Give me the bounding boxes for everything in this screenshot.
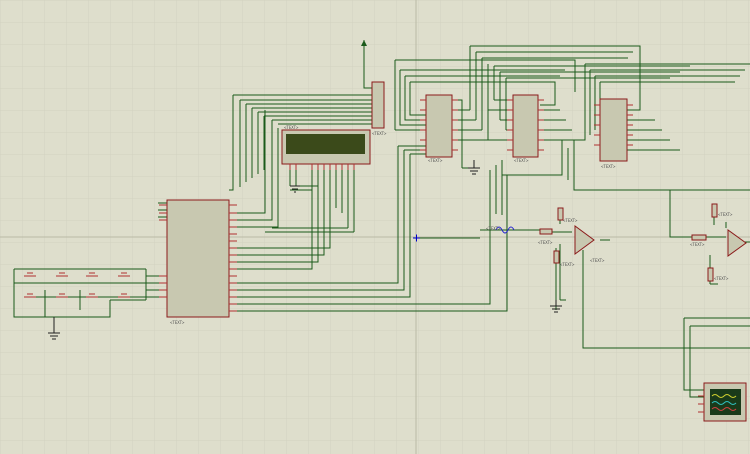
resistor[interactable] (553, 250, 560, 264)
lcd-screen (286, 134, 365, 154)
component-label: <TEXT> (486, 226, 501, 231)
schematic-canvas[interactable]: <TEXT> <TEXT> <TEXT> <TEXT> <TEXT> <TEXT… (0, 0, 750, 454)
lcd-display[interactable] (281, 129, 371, 170)
resistor[interactable] (539, 228, 553, 235)
component-label: <TEXT> (170, 320, 185, 325)
component-label: <TEXT> (563, 218, 578, 223)
resistor[interactable] (707, 267, 714, 282)
microcontroller[interactable] (159, 199, 237, 318)
component-label: <TEXT> (428, 158, 443, 163)
ic-2[interactable] (507, 94, 544, 158)
component-label: <TEXT> (590, 258, 605, 263)
ic-3[interactable] (594, 98, 633, 162)
component-label: <TEXT> (538, 240, 553, 245)
component-label: <TEXT> (714, 276, 729, 281)
component-label: <TEXT> (514, 158, 529, 163)
resistor[interactable] (711, 203, 718, 218)
schematic-drawing[interactable]: <TEXT> <TEXT> <TEXT> <TEXT> <TEXT> <TEXT… (0, 0, 750, 454)
grid-minor (0, 0, 750, 454)
oscilloscope[interactable] (698, 382, 747, 422)
component-label: <TEXT> (690, 242, 705, 247)
ic-1[interactable] (420, 94, 458, 158)
component-label: <TEXT> (372, 131, 387, 136)
resistor[interactable] (691, 234, 707, 241)
component-label: <TEXT> (718, 212, 733, 217)
component-label: <TEXT> (284, 125, 299, 130)
component-label: <TEXT> (560, 262, 575, 267)
component-label: <TEXT> (601, 164, 616, 169)
